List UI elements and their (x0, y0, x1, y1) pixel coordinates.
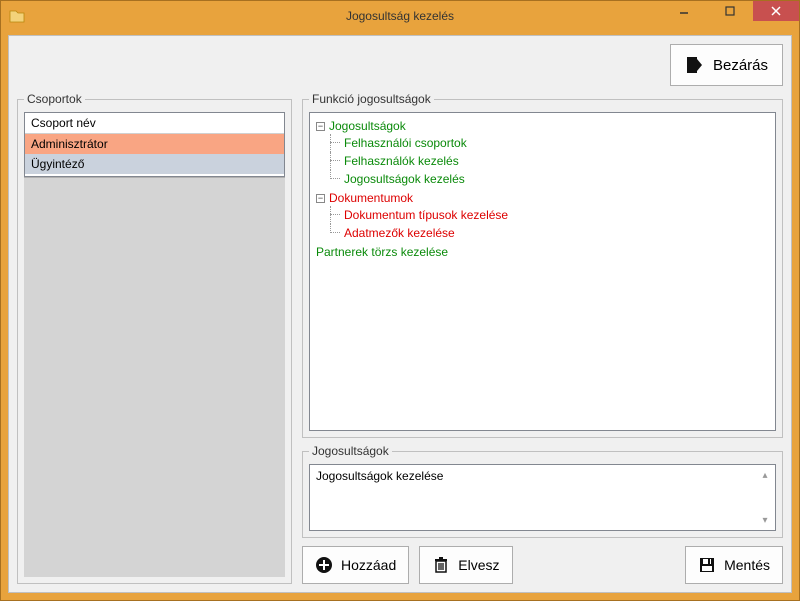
minimize-button[interactable] (661, 1, 707, 21)
close-button-label: Bezárás (713, 57, 768, 74)
groups-legend: Csoportok (24, 92, 85, 106)
tree-node[interactable]: Felhasználók kezelés (344, 154, 459, 168)
save-button[interactable]: Mentés (685, 546, 783, 584)
scroll-up-icon[interactable]: ▴ (757, 467, 773, 483)
close-button[interactable]: Bezárás (670, 44, 783, 86)
groups-column-header[interactable]: Csoport név (25, 113, 284, 134)
save-button-label: Mentés (724, 557, 770, 573)
expander-icon[interactable]: − (316, 122, 325, 131)
main-area: Csoportok Csoport név Adminisztrátor Ügy… (17, 92, 783, 584)
table-row[interactable]: Adminisztrátor (25, 134, 284, 154)
app-icon (9, 8, 25, 24)
client-area: Bezárás Csoportok Csoport név Adminisztr… (8, 35, 792, 593)
tree-node[interactable]: Dokumentumok (329, 191, 413, 205)
plus-icon (315, 556, 333, 574)
functions-tree[interactable]: −Jogosultságok Felhasználói csoportok Fe… (309, 112, 776, 431)
scroll-down-icon[interactable]: ▾ (757, 512, 773, 528)
window-controls (661, 1, 799, 31)
spacer (523, 546, 676, 584)
permissions-text[interactable]: Jogosultságok kezelése ▴ ▾ (309, 464, 776, 531)
maximize-button[interactable] (707, 1, 753, 21)
remove-button[interactable]: Elvesz (419, 546, 512, 584)
tree-node[interactable]: Partnerek törzs kezelése (316, 245, 448, 259)
expander-icon[interactable]: − (316, 194, 325, 203)
functions-legend: Funkció jogosultságok (309, 92, 434, 106)
top-toolbar: Bezárás (17, 44, 783, 86)
table-row[interactable]: Ügyintéző (25, 154, 284, 174)
permissions-legend: Jogosultságok (309, 444, 392, 458)
exit-icon (685, 55, 705, 75)
functions-panel: Funkció jogosultságok −Jogosultságok Fel… (302, 92, 783, 438)
add-button-label: Hozzáad (341, 557, 396, 573)
titlebar: Jogosultság kezelés (1, 1, 799, 31)
save-icon (698, 556, 716, 574)
tree-node[interactable]: Felhasználói csoportok (344, 136, 467, 150)
tree-node[interactable]: Jogosultságok (329, 119, 406, 133)
groups-empty-area (24, 177, 285, 577)
right-column: Funkció jogosultságok −Jogosultságok Fel… (302, 92, 783, 584)
groups-table[interactable]: Csoport név Adminisztrátor Ügyintéző (24, 112, 285, 177)
add-button[interactable]: Hozzáad (302, 546, 409, 584)
app-window: Jogosultság kezelés Bezárás (0, 0, 800, 601)
tree-node[interactable]: Jogosultságok kezelés (344, 172, 465, 186)
permissions-panel: Jogosultságok Jogosultságok kezelése ▴ ▾ (302, 444, 783, 538)
window-title: Jogosultság kezelés (346, 9, 454, 23)
tree-node[interactable]: Adatmezők kezelése (344, 226, 455, 240)
groups-panel: Csoportok Csoport név Adminisztrátor Ügy… (17, 92, 292, 584)
remove-button-label: Elvesz (458, 557, 499, 573)
permissions-value: Jogosultságok kezelése (316, 469, 443, 483)
close-window-button[interactable] (753, 1, 799, 21)
trash-icon (432, 556, 450, 574)
bottom-toolbar: Hozzáad (302, 544, 783, 584)
tree-node[interactable]: Dokumentum típusok kezelése (344, 208, 508, 222)
